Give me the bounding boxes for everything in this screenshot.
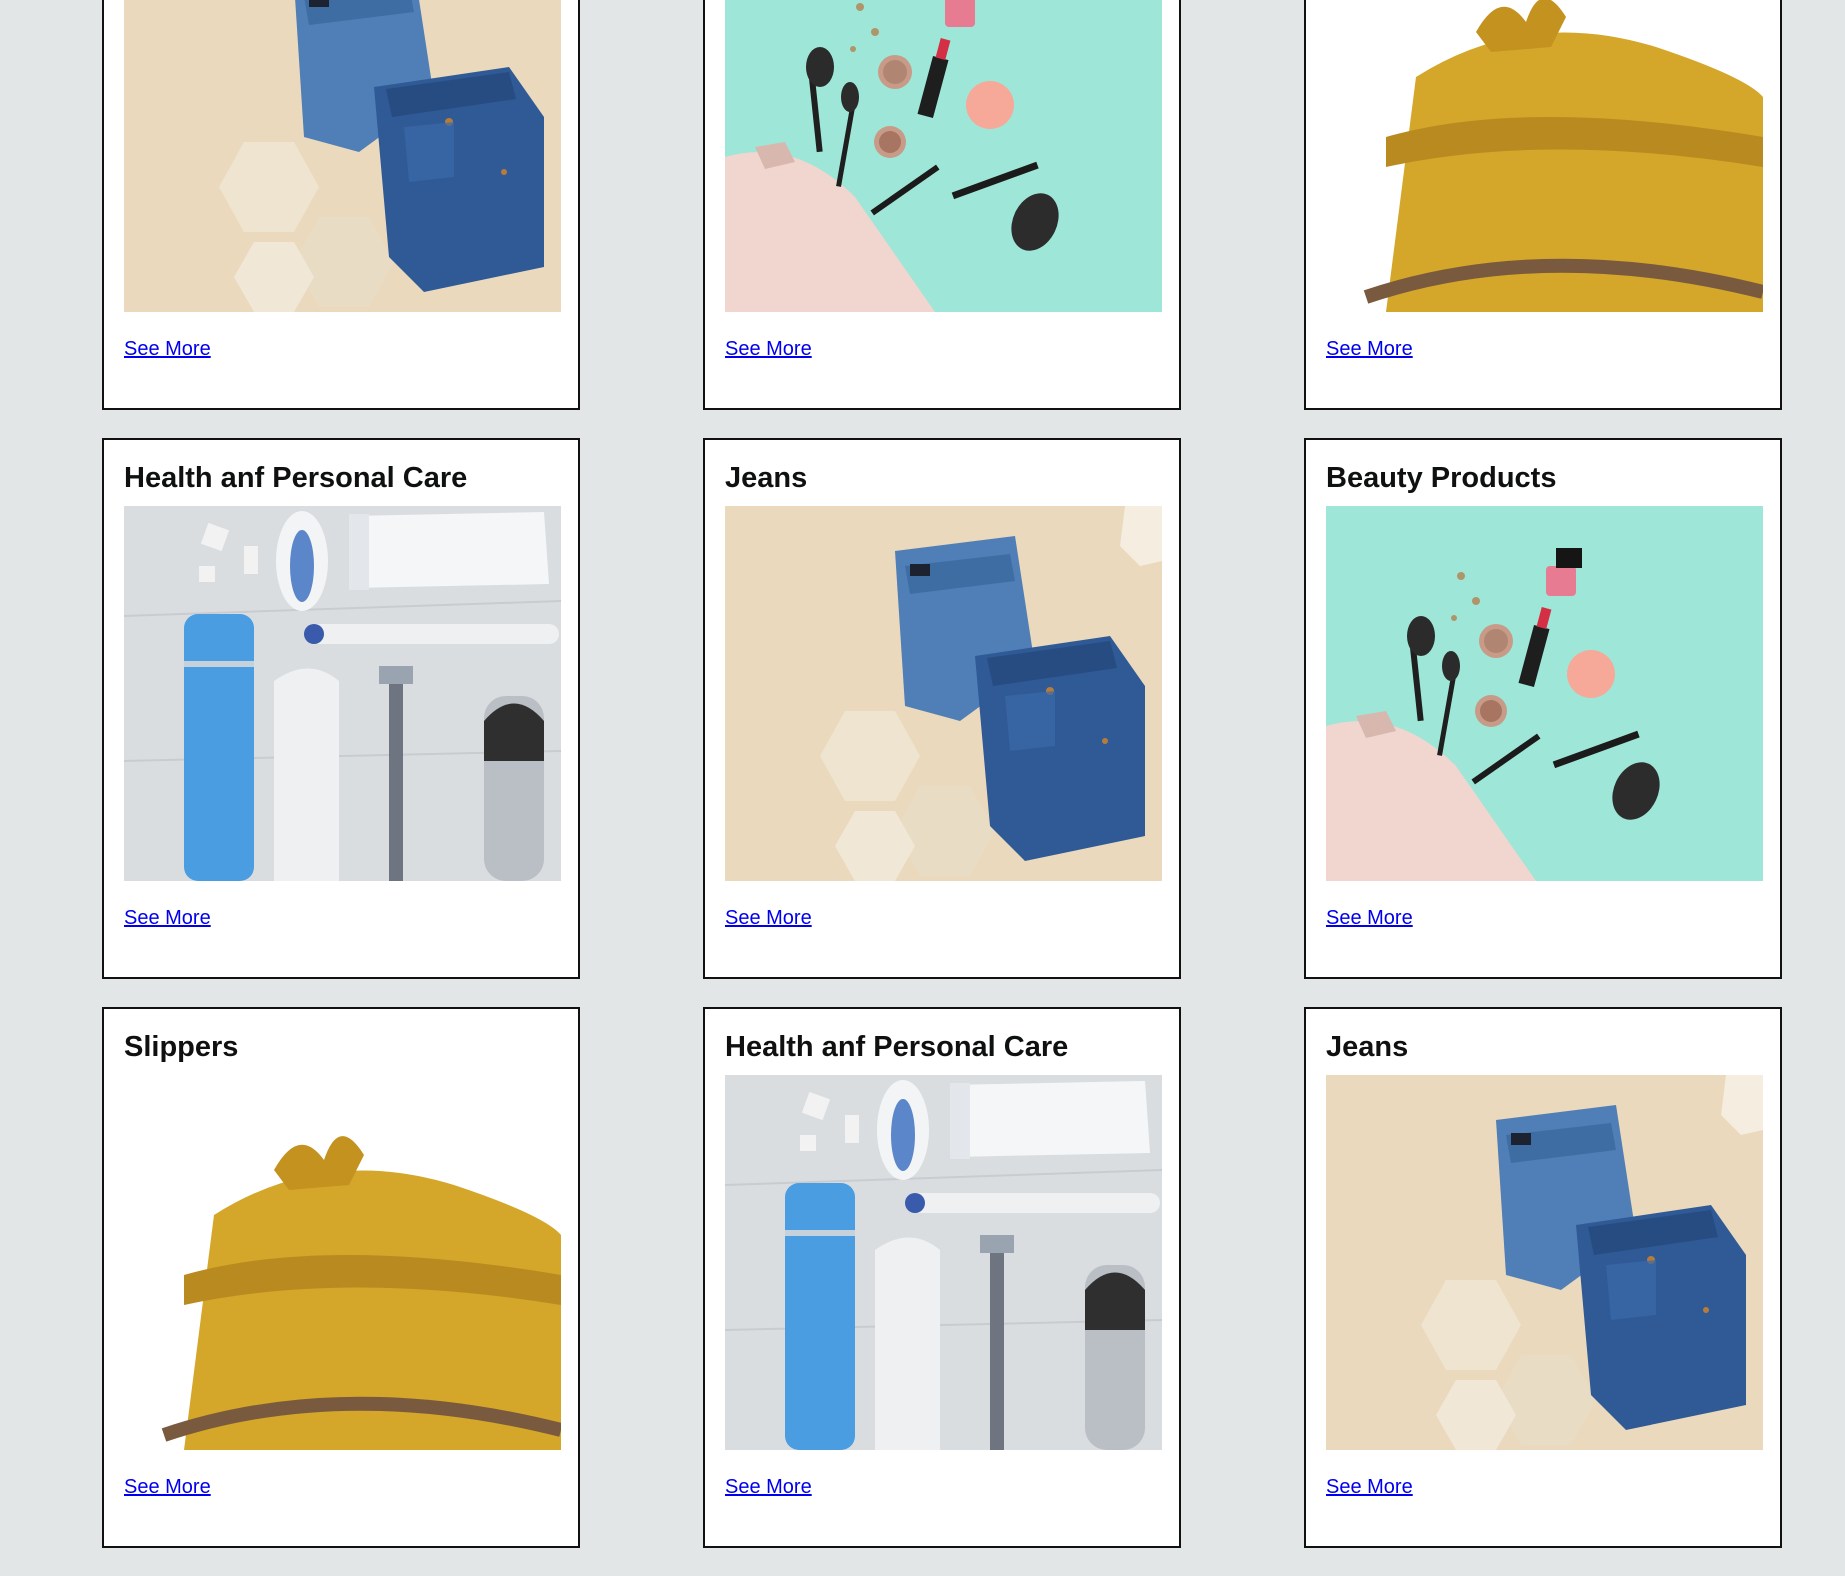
see-more-link[interactable]: See More bbox=[124, 906, 211, 930]
category-card-title: Jeans bbox=[1326, 1031, 1409, 1063]
see-more-link[interactable]: See More bbox=[725, 906, 812, 930]
beauty-products-image bbox=[1326, 506, 1763, 881]
category-card-image[interactable] bbox=[725, 0, 1162, 312]
category-card-title: Beauty Products bbox=[1326, 462, 1557, 494]
health-personal-care-image bbox=[124, 506, 561, 881]
category-card-image[interactable] bbox=[725, 506, 1162, 881]
health-personal-care-image bbox=[725, 1075, 1162, 1450]
category-row: Health anf Personal Care See More Jeans bbox=[0, 438, 1845, 1007]
category-row: Jeans See MoreBeauty Products bbox=[0, 0, 1845, 438]
slippers-image bbox=[1326, 0, 1763, 312]
see-more-link[interactable]: See More bbox=[725, 337, 812, 361]
category-card: Jeans See More bbox=[703, 438, 1181, 979]
category-card-image[interactable] bbox=[725, 1075, 1162, 1450]
category-card: Health anf Personal Care See More bbox=[102, 438, 580, 979]
category-card-title: Health anf Personal Care bbox=[725, 1031, 1069, 1063]
jeans-image bbox=[1326, 1075, 1763, 1450]
see-more-link[interactable]: See More bbox=[124, 337, 211, 361]
see-more-link[interactable]: See More bbox=[1326, 1475, 1413, 1499]
category-row: Slippers See More Health anf Personal Car… bbox=[0, 1007, 1845, 1576]
category-card-image[interactable] bbox=[124, 506, 561, 881]
jeans-image bbox=[725, 506, 1162, 881]
category-card-title: Jeans bbox=[725, 462, 808, 494]
category-card: Slippers See More bbox=[1304, 0, 1782, 410]
see-more-link[interactable]: See More bbox=[1326, 337, 1413, 361]
see-more-link[interactable]: See More bbox=[124, 1475, 211, 1499]
jeans-image bbox=[124, 0, 561, 312]
category-grid: Jeans See More Beauty Products bbox=[0, 0, 1845, 1576]
category-card: Jeans See More bbox=[102, 0, 580, 410]
category-card-title: Slippers bbox=[124, 1031, 239, 1063]
category-card: Beauty Products See More bbox=[1304, 438, 1782, 979]
see-more-link[interactable]: See More bbox=[725, 1475, 812, 1499]
category-card-image[interactable] bbox=[124, 0, 561, 312]
category-card: Health anf Personal Care See More bbox=[703, 1007, 1181, 1548]
category-card: Slippers See More bbox=[102, 1007, 580, 1548]
see-more-link[interactable]: See More bbox=[1326, 906, 1413, 930]
slippers-image bbox=[124, 1075, 561, 1450]
category-card-image[interactable] bbox=[1326, 0, 1763, 312]
category-card-image[interactable] bbox=[1326, 1075, 1763, 1450]
category-card-title: Health anf Personal Care bbox=[124, 462, 468, 494]
beauty-products-image bbox=[725, 0, 1162, 312]
category-card-image[interactable] bbox=[1326, 506, 1763, 881]
category-card: Beauty Products See More bbox=[703, 0, 1181, 410]
category-card-image[interactable] bbox=[124, 1075, 561, 1450]
category-card: Jeans See More bbox=[1304, 1007, 1782, 1548]
